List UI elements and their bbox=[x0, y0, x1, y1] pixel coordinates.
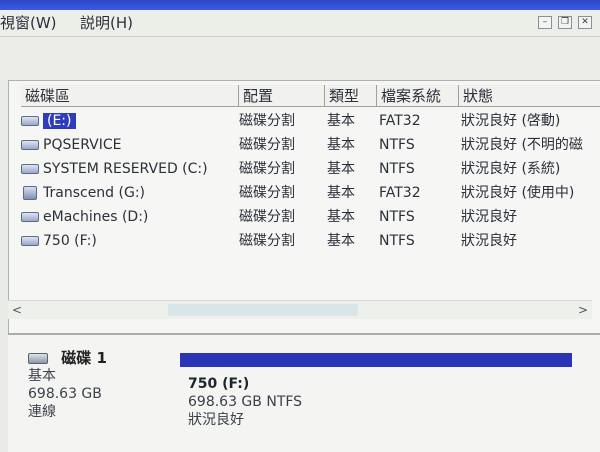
volume-filesystem: FAT32 bbox=[379, 113, 421, 129]
volume-name: Transcend (G:) bbox=[43, 185, 146, 201]
disk-info[interactable]: 磁碟 1 基本 698.63 GB 連線 bbox=[28, 349, 107, 421]
minimize-icon[interactable]: – bbox=[538, 16, 552, 29]
drive-icon bbox=[21, 116, 39, 126]
volume-type: 基本 bbox=[327, 233, 355, 249]
column-status[interactable]: 狀態 bbox=[459, 85, 600, 107]
horizontal-scrollbar[interactable]: < > bbox=[8, 300, 592, 319]
close-icon[interactable]: ✕ bbox=[578, 16, 592, 29]
drive-icon bbox=[21, 236, 39, 246]
volume-filesystem: NTFS bbox=[379, 161, 415, 177]
toolbar bbox=[0, 37, 600, 79]
menu-bar: 視窗(W) 説明(H) bbox=[0, 10, 600, 37]
table-row[interactable]: 750 (F:) 磁碟分割 基本 NTFS 狀況良好 bbox=[9, 230, 600, 252]
partition-bar bbox=[180, 353, 572, 367]
disk-state: 連線 bbox=[28, 404, 56, 420]
volume-list: 磁碟區 配置 類型 檔案系統 狀態 (E:) 磁碟分割 基本 FAT32 狀況良… bbox=[8, 80, 600, 333]
volume-type: 基本 bbox=[327, 161, 355, 177]
volume-filesystem: NTFS bbox=[379, 209, 415, 225]
volume-layout: 磁碟分割 bbox=[239, 209, 295, 225]
volume-name: SYSTEM RESERVED (C:) bbox=[43, 161, 208, 177]
scroll-right-icon[interactable]: > bbox=[578, 301, 588, 319]
column-type[interactable]: 類型 bbox=[325, 85, 377, 107]
column-layout[interactable]: 配置 bbox=[239, 85, 325, 107]
volume-layout: 磁碟分割 bbox=[239, 233, 295, 249]
disk-title: 磁碟 1 bbox=[61, 349, 107, 367]
volume-layout: 磁碟分割 bbox=[239, 185, 295, 201]
volume-type: 基本 bbox=[327, 113, 355, 129]
table-row[interactable]: (E:) 磁碟分割 基本 FAT32 狀況良好 (啓動) bbox=[9, 110, 600, 132]
list-header: 磁碟區 配置 類型 檔案系統 狀態 bbox=[9, 85, 600, 107]
volume-name: 750 (F:) bbox=[43, 233, 97, 249]
usb-drive-icon bbox=[23, 186, 37, 200]
table-row[interactable]: SYSTEM RESERVED (C:) 磁碟分割 基本 NTFS 狀況良好 (… bbox=[9, 158, 600, 180]
partition-block[interactable]: 750 (F:) 698.63 GB NTFS 狀況良好 bbox=[180, 349, 580, 449]
table-row[interactable]: PQSERVICE 磁碟分割 基本 NTFS 狀況良好 (不明的磁 bbox=[9, 134, 600, 156]
scrollbar-thumb[interactable] bbox=[168, 304, 358, 316]
volume-status: 狀況良好 bbox=[461, 209, 517, 225]
scroll-left-icon[interactable]: < bbox=[12, 301, 22, 319]
column-volume[interactable]: 磁碟區 bbox=[21, 85, 239, 107]
partition-name: 750 (F:) bbox=[188, 376, 250, 392]
drive-icon bbox=[21, 140, 39, 150]
partition-status: 狀況良好 bbox=[188, 412, 244, 428]
volume-layout: 磁碟分割 bbox=[239, 161, 295, 177]
volume-filesystem: NTFS bbox=[379, 233, 415, 249]
volume-layout: 磁碟分割 bbox=[239, 113, 295, 129]
volume-status: 狀況良好 (不明的磁 bbox=[461, 137, 583, 153]
column-filesystem[interactable]: 檔案系統 bbox=[377, 85, 459, 107]
hard-disk-icon bbox=[28, 353, 48, 364]
disk-size: 698.63 GB bbox=[28, 386, 102, 402]
drive-icon bbox=[21, 164, 39, 174]
volume-name: (E:) bbox=[43, 113, 76, 129]
menu-help[interactable]: 説明(H) bbox=[80, 10, 133, 36]
drive-icon bbox=[21, 212, 39, 222]
volume-layout: 磁碟分割 bbox=[239, 137, 295, 153]
volume-status: 狀況良好 (啓動) bbox=[461, 113, 561, 129]
volume-type: 基本 bbox=[327, 137, 355, 153]
volume-filesystem: FAT32 bbox=[379, 185, 421, 201]
title-bar bbox=[0, 0, 600, 10]
volume-status: 狀況良好 (系統) bbox=[461, 161, 561, 177]
table-row[interactable]: eMachines (D:) 磁碟分割 基本 NTFS 狀況良好 bbox=[9, 206, 600, 228]
volume-type: 基本 bbox=[327, 185, 355, 201]
menu-window[interactable]: 視窗(W) bbox=[0, 10, 57, 36]
volume-type: 基本 bbox=[327, 209, 355, 225]
volume-name: eMachines (D:) bbox=[43, 209, 149, 225]
restore-icon[interactable]: ❐ bbox=[558, 16, 572, 29]
window-controls: – ❐ ✕ bbox=[538, 16, 592, 29]
table-row[interactable]: Transcend (G:) 磁碟分割 基本 FAT32 狀況良好 (使用中) bbox=[9, 182, 600, 204]
volume-filesystem: NTFS bbox=[379, 137, 415, 153]
volume-status: 狀況良好 (使用中) bbox=[461, 185, 575, 201]
partition-detail: 698.63 GB NTFS bbox=[188, 394, 303, 410]
volume-status: 狀況良好 bbox=[461, 233, 517, 249]
disk-map: 磁碟 1 基本 698.63 GB 連線 750 (F:) 698.63 GB … bbox=[8, 333, 600, 452]
volume-name: PQSERVICE bbox=[43, 137, 122, 153]
disk-type: 基本 bbox=[28, 368, 56, 384]
